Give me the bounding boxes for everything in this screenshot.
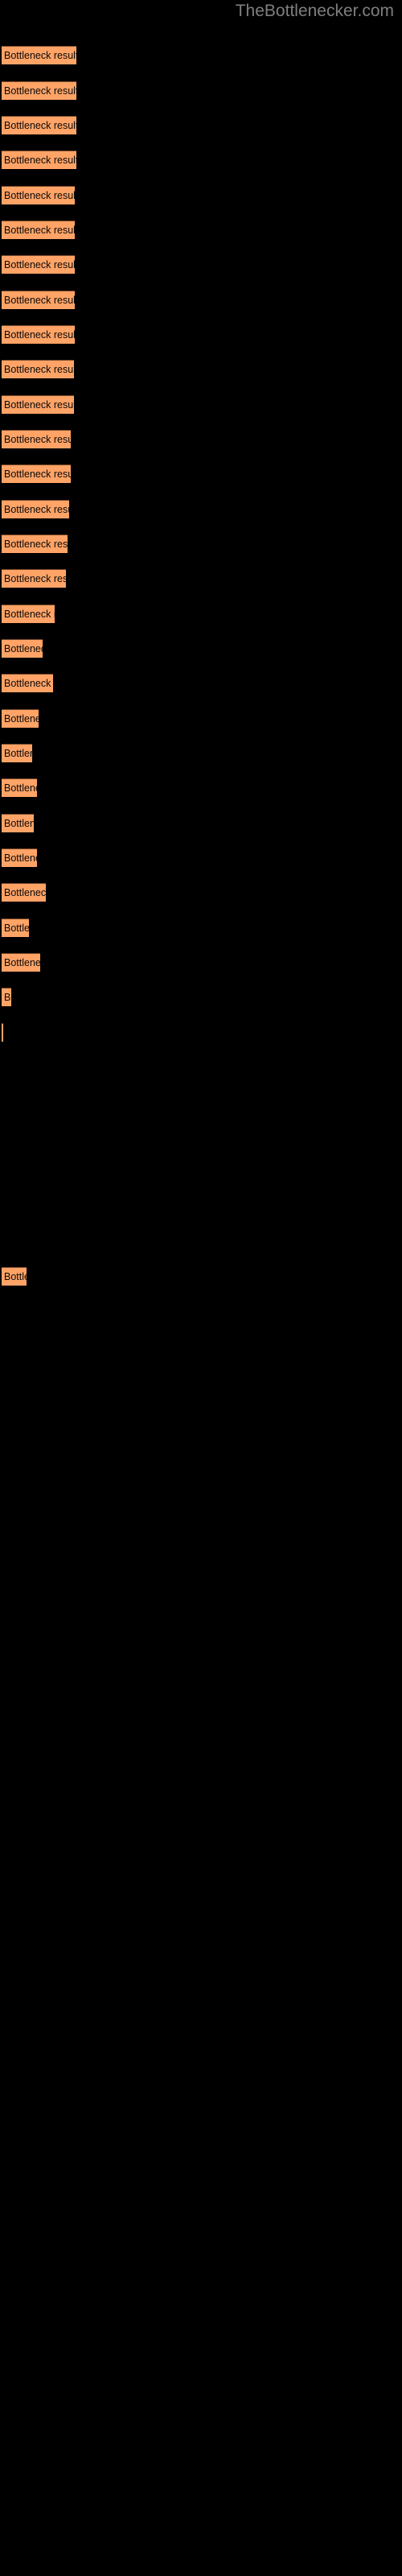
bar[interactable]: Bottleneck result	[2, 919, 29, 937]
bar-label: Bottleneck result	[4, 609, 55, 620]
bar-row: Bottleneck result	[0, 778, 402, 798]
bar-row: Bottleneck result	[0, 814, 402, 833]
bar-label: Bottleneck result	[4, 643, 43, 654]
bar[interactable]: Bottleneck result	[2, 325, 75, 344]
bar-label: Bottleneck result	[4, 992, 11, 1003]
bar-row: Bottleneck result	[0, 1162, 402, 1182]
bar[interactable]: Bottleneck result	[2, 81, 76, 100]
bar[interactable]: Bottleneck result	[2, 639, 43, 658]
bar-row: Bottleneck result	[0, 430, 402, 449]
bar-label: Bottleneck result	[4, 504, 69, 515]
bar-label: Bottleneck result	[4, 190, 75, 201]
bar-label: Bottleneck result	[4, 50, 76, 61]
bar[interactable]: Bottleneck result	[2, 116, 76, 134]
bar-label: Bottleneck result	[4, 155, 76, 166]
bar[interactable]: Bottleneck result	[2, 1023, 3, 1042]
bar-label: Bottleneck result	[4, 225, 75, 236]
bar-row: Bottleneck result	[0, 1232, 402, 1252]
bar[interactable]: Bottleneck result	[2, 221, 75, 239]
bar-row: Bottleneck result	[0, 569, 402, 588]
bar-row: Bottleneck result	[0, 1302, 402, 1321]
bar-label: Bottleneck result	[4, 573, 66, 584]
bar[interactable]: Bottleneck result	[2, 255, 75, 274]
bar-row: Bottleneck result	[0, 81, 402, 101]
bar[interactable]: Bottleneck result	[2, 744, 32, 762]
bar[interactable]: Bottleneck result	[2, 430, 71, 448]
bar[interactable]: Bottleneck result	[2, 291, 75, 309]
bar[interactable]: Bottleneck result	[2, 500, 69, 518]
bar-row: Bottleneck result	[0, 395, 402, 415]
bar[interactable]: Bottleneck result	[2, 46, 76, 64]
bar[interactable]: Bottleneck result	[2, 395, 74, 414]
bar-label: Bottleneck result	[4, 887, 46, 898]
bar[interactable]: Bottleneck result	[2, 814, 34, 832]
bar-row: Bottleneck result	[0, 221, 402, 240]
bar-label: Bottleneck result	[4, 748, 32, 759]
bar-label: Bottleneck result	[4, 713, 39, 724]
bar-label: Bottleneck result	[4, 782, 37, 794]
bar-label: Bottleneck result	[4, 295, 75, 306]
bar-label: Bottleneck result	[4, 852, 37, 864]
bar[interactable]: Bottleneck result	[2, 778, 37, 797]
bar-row: Bottleneck result	[0, 360, 402, 379]
bar-row: Bottleneck result	[0, 919, 402, 938]
bar[interactable]: Bottleneck result	[2, 674, 53, 692]
bar-row: Bottleneck result	[0, 605, 402, 624]
bar[interactable]: Bottleneck result	[2, 360, 74, 378]
bar[interactable]: Bottleneck result	[2, 1267, 27, 1286]
bar-row: Bottleneck result	[0, 325, 402, 345]
bar-row: Bottleneck result	[0, 464, 402, 484]
bar-row: Bottleneck result	[0, 535, 402, 554]
bar-row: Bottleneck result	[0, 883, 402, 902]
bar-row: Bottleneck result	[0, 255, 402, 275]
bar-row: Bottleneck result	[0, 848, 402, 868]
bar-row: Bottleneck result	[0, 988, 402, 1007]
bar-row: Bottleneck result	[0, 674, 402, 693]
bar-row: Bottleneck result	[0, 116, 402, 135]
bar[interactable]: Bottleneck result	[2, 569, 66, 588]
bar-label: Bottleneck result	[4, 678, 53, 689]
bar-row: Bottleneck result	[0, 1023, 402, 1042]
bar-row: Bottleneck result	[0, 639, 402, 658]
bar-label: Bottleneck result	[4, 923, 29, 934]
bar-row: Bottleneck result	[0, 1092, 402, 1112]
bar-row: Bottleneck result	[0, 500, 402, 519]
bar-row: Bottleneck result	[0, 1197, 402, 1216]
bar[interactable]: Bottleneck result	[2, 605, 55, 623]
bar-label: Bottleneck result	[4, 85, 76, 97]
bar[interactable]: Bottleneck result	[2, 186, 75, 204]
bar-row: Bottleneck result	[0, 1128, 402, 1147]
bar-row: Bottleneck result	[0, 46, 402, 65]
bar[interactable]: Bottleneck result	[2, 535, 68, 553]
bar-row: Bottleneck result	[0, 1267, 402, 1286]
bar[interactable]: Bottleneck result	[2, 709, 39, 728]
bar[interactable]: Bottleneck result	[2, 848, 37, 867]
bar-row: Bottleneck result	[0, 186, 402, 205]
bar-label: Bottleneck result	[4, 469, 71, 480]
bar-row: Bottleneck result	[0, 744, 402, 763]
bar[interactable]: Bottleneck result	[2, 988, 11, 1006]
bar-label: Bottleneck result	[4, 399, 74, 411]
bar-row: Bottleneck result	[0, 953, 402, 972]
bar-row: Bottleneck result	[0, 1058, 402, 1077]
bar[interactable]: Bottleneck result	[2, 883, 46, 902]
bottleneck-bar-chart: TheBottlenecker.com Bottleneck result Bot…	[0, 0, 402, 2576]
bar-label: Bottleneck result	[4, 329, 75, 341]
bar-label: Bottleneck result	[4, 120, 76, 131]
bar[interactable]: Bottleneck result	[2, 953, 40, 972]
bar[interactable]: Bottleneck result	[2, 151, 76, 169]
bar-label: Bottleneck result	[4, 957, 40, 968]
bar-label: Bottleneck result	[4, 818, 34, 829]
bar[interactable]: Bottleneck result	[2, 464, 71, 483]
bar-label: Bottleneck result	[4, 1271, 27, 1282]
bar-row: Bottleneck result	[0, 291, 402, 310]
bar-label: Bottleneck result	[4, 539, 68, 550]
bar-row: Bottleneck result	[0, 709, 402, 729]
bar-label: Bottleneck result	[4, 259, 75, 270]
bar-label: Bottleneck result	[4, 364, 74, 375]
page-title: TheBottlenecker.com	[235, 2, 394, 20]
bar-label: Bottleneck result	[4, 434, 71, 445]
bar-row: Bottleneck result	[0, 151, 402, 170]
